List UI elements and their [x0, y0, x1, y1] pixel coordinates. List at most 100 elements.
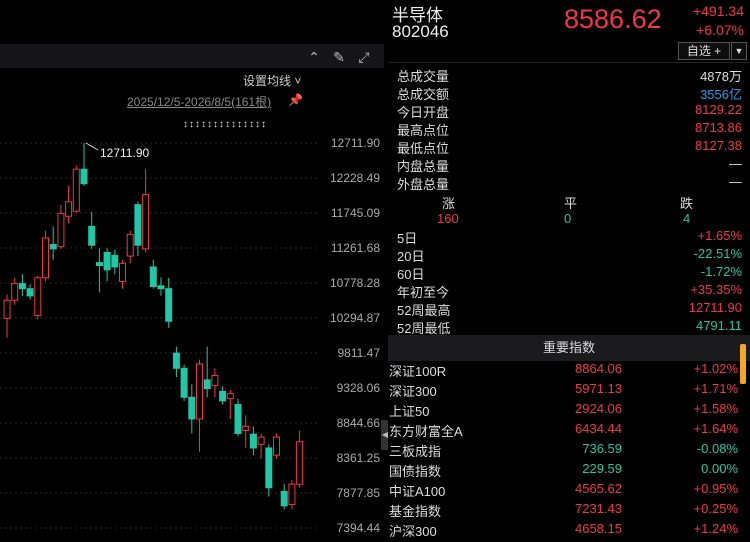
candle[interactable] — [72, 165, 80, 213]
performance-row: 52周最低 4791.11 — [397, 318, 742, 336]
y-tick-label: 8844.66 — [337, 416, 381, 430]
candle[interactable] — [165, 277, 173, 328]
candle-body — [34, 277, 42, 316]
candle-body — [242, 425, 250, 432]
candle[interactable] — [288, 479, 296, 510]
add-watchlist-button[interactable]: 自选 + — [678, 42, 730, 60]
candle[interactable] — [157, 277, 165, 296]
quote-panel: 半导体 802046 8586.62 +491.34 +6.07% 自选 + ▼… — [388, 0, 750, 542]
candle-body — [18, 283, 26, 290]
performance-row: 52周最高 12711.90 — [397, 300, 742, 318]
candle[interactable] — [172, 346, 180, 377]
candle[interactable] — [3, 294, 11, 338]
candle-body — [234, 404, 242, 434]
index-price: 4658.15 — [575, 521, 622, 536]
candlestick-chart[interactable]: 12711.90 12228.49 11745.09 11261.68 10778.28… — [0, 0, 384, 542]
candle[interactable] — [149, 259, 157, 289]
candle[interactable] — [49, 226, 57, 260]
candle[interactable] — [257, 433, 265, 459]
stat-row: 外盘总量 — — [397, 174, 742, 192]
candle[interactable] — [142, 169, 150, 253]
candle-body — [211, 375, 219, 387]
candle[interactable] — [18, 274, 26, 296]
candle[interactable] — [26, 284, 34, 300]
chevron-down-icon[interactable]: ▼ — [731, 42, 747, 60]
kline-panel[interactable]: ⌃ ✎ ⤢ 设置均线 ˅ 2025/12/5-2026/8/5(161根) 📌 … — [0, 0, 384, 542]
candle[interactable] — [196, 359, 203, 452]
index-change: 0.00% — [701, 461, 738, 476]
indices-scrollbar[interactable] — [740, 344, 746, 384]
candle[interactable] — [188, 384, 196, 434]
candle[interactable] — [119, 259, 126, 289]
candle[interactable] — [265, 444, 273, 497]
candle[interactable] — [65, 185, 73, 224]
index-row[interactable]: 东方财富全A 6434.44 +1.64% — [388, 421, 738, 441]
candle[interactable] — [42, 230, 49, 282]
security-code: 802046 — [392, 22, 449, 41]
candle-body — [172, 352, 180, 369]
candle[interactable] — [126, 230, 134, 264]
performance-row: 年初至今 +35.35% — [397, 282, 742, 300]
candle[interactable] — [111, 249, 119, 275]
candle[interactable] — [219, 386, 227, 405]
index-row[interactable]: 国债指数 229.59 0.00% — [388, 461, 738, 481]
index-change: +0.95% — [693, 481, 738, 496]
candle[interactable] — [103, 248, 111, 282]
candle[interactable] — [95, 248, 103, 293]
y-tick-label: 12228.49 — [330, 171, 380, 185]
candle[interactable] — [280, 484, 288, 510]
index-row[interactable]: 中证A100 4565.62 +0.95% — [388, 481, 738, 501]
index-price: 8864.06 — [575, 361, 622, 376]
candle-body — [196, 363, 203, 420]
candle-body — [288, 483, 296, 505]
candle-body — [49, 244, 57, 250]
stat-row: 最高点位 8713.86 — [397, 120, 742, 138]
candle-body — [249, 433, 257, 449]
index-row[interactable]: 深证300 5971.13 +1.71% — [388, 381, 738, 401]
candle[interactable] — [234, 398, 242, 437]
index-change: -0.08% — [696, 441, 738, 456]
index-row[interactable]: 深证100R 8864.06 +1.02% — [388, 361, 738, 381]
index-price: 229.59 — [582, 461, 622, 476]
candle-body — [180, 367, 188, 398]
candle-body — [265, 447, 273, 489]
candle[interactable] — [57, 204, 65, 249]
y-tick-label: 11745.09 — [331, 206, 380, 220]
candle-body — [111, 254, 119, 268]
candle[interactable] — [11, 277, 19, 305]
candle[interactable] — [211, 368, 219, 398]
candle[interactable] — [80, 143, 88, 186]
candle-body — [88, 225, 96, 246]
y-tick-label: 11261.68 — [331, 241, 380, 255]
index-name: 深证100R — [389, 364, 447, 379]
candle[interactable] — [203, 346, 211, 398]
index-change: +0.25% — [693, 501, 738, 516]
index-change: +1.24% — [693, 521, 738, 536]
candle[interactable] — [226, 390, 234, 419]
flat-count: 0 — [564, 211, 572, 226]
candle-body — [11, 283, 19, 301]
candle[interactable] — [242, 415, 250, 448]
index-row[interactable]: 沪深300 4658.15 +1.24% — [388, 521, 738, 541]
high-marker-line — [85, 142, 99, 151]
candle[interactable] — [273, 433, 280, 459]
index-row[interactable]: 三板成指 736.59 -0.08% — [388, 441, 738, 461]
index-row[interactable]: 基金指数 7231.43 +0.25% — [388, 501, 738, 521]
stat-row: 最低点位 8127.38 — [397, 138, 742, 156]
index-row[interactable]: 上证50 2924.06 +1.58% — [388, 401, 738, 421]
candle-body — [296, 441, 304, 485]
y-tick-label: 12711.90 — [331, 136, 380, 150]
candle[interactable] — [180, 364, 188, 401]
index-name: 上证50 — [389, 404, 430, 419]
candle[interactable] — [296, 430, 304, 488]
candle-body — [273, 436, 280, 456]
index-price: 2924.06 — [575, 401, 622, 416]
candle-body — [134, 204, 142, 246]
candle[interactable] — [34, 275, 42, 320]
indices-header[interactable]: 重要指数 — [388, 335, 750, 361]
y-tick-label: 9811.47 — [338, 346, 381, 360]
high-marker-label: 12711.90 — [100, 146, 149, 160]
candle[interactable] — [249, 426, 257, 456]
candle[interactable] — [88, 211, 96, 249]
candle-body — [72, 168, 80, 212]
